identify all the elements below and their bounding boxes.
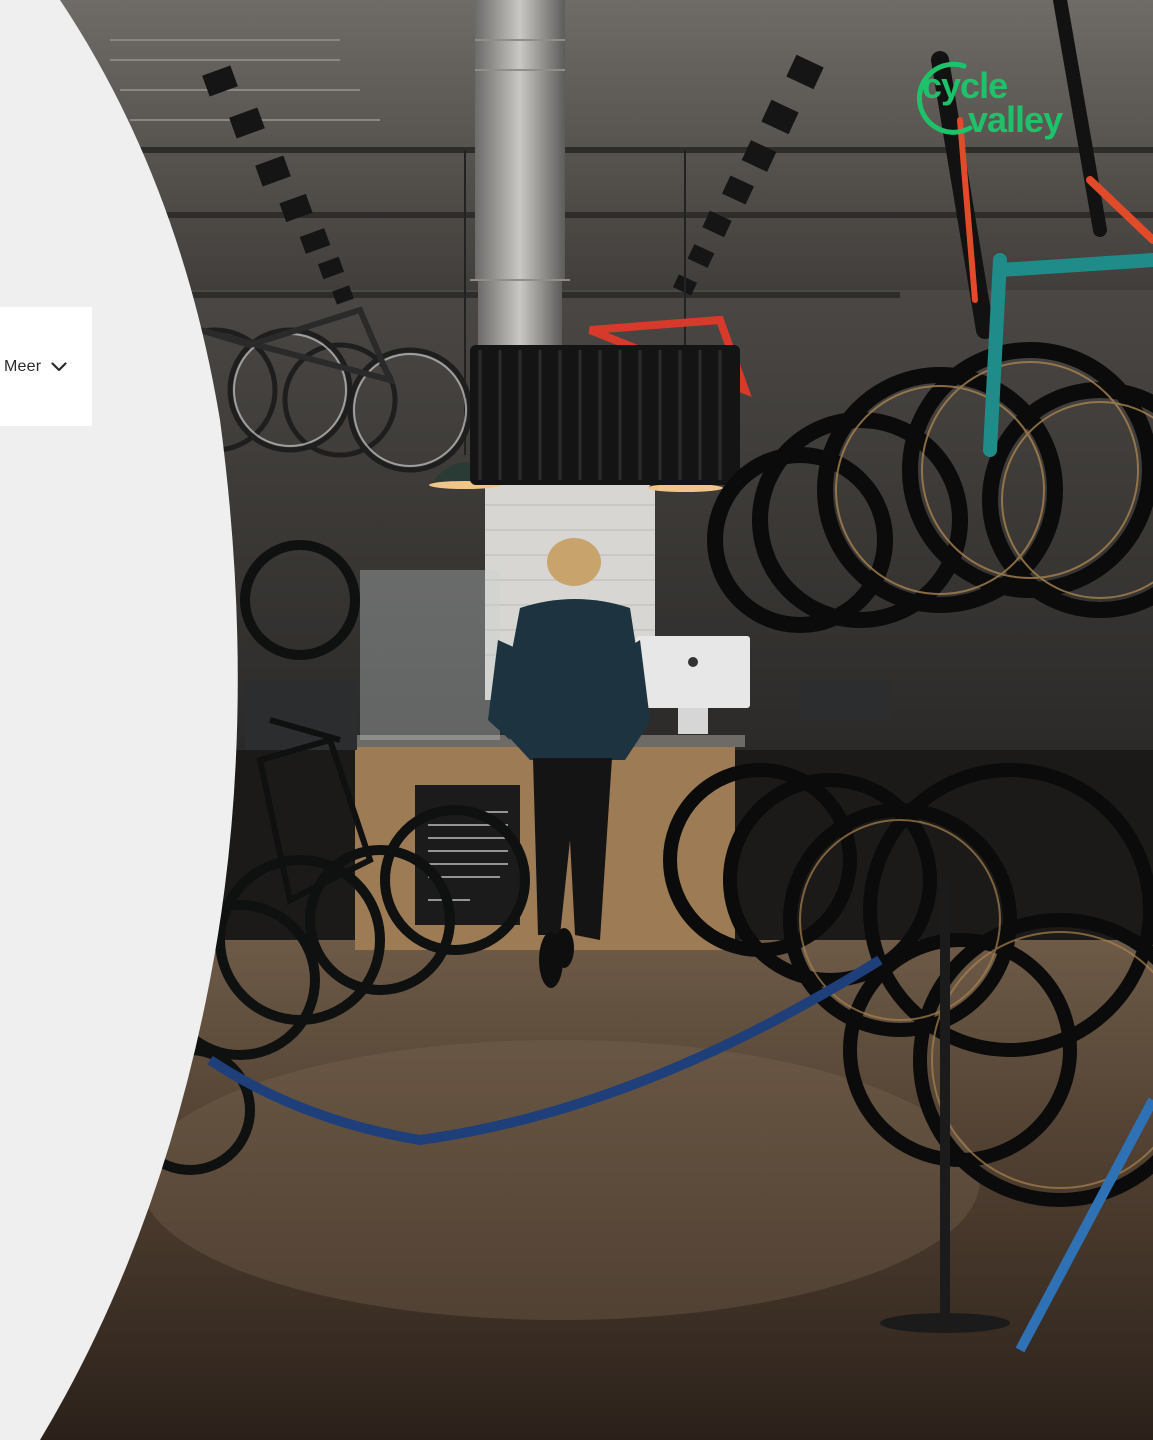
bike-shop-photo <box>0 0 1153 1440</box>
hero-photo <box>0 0 1153 1440</box>
chevron-down-icon <box>51 361 67 371</box>
cycle-valley-logo[interactable]: cycle valley <box>912 58 1092 150</box>
more-menu-button[interactable]: Meer <box>0 307 92 426</box>
logo-text-valley: valley <box>968 99 1063 140</box>
more-menu-label: Meer <box>4 357 42 375</box>
